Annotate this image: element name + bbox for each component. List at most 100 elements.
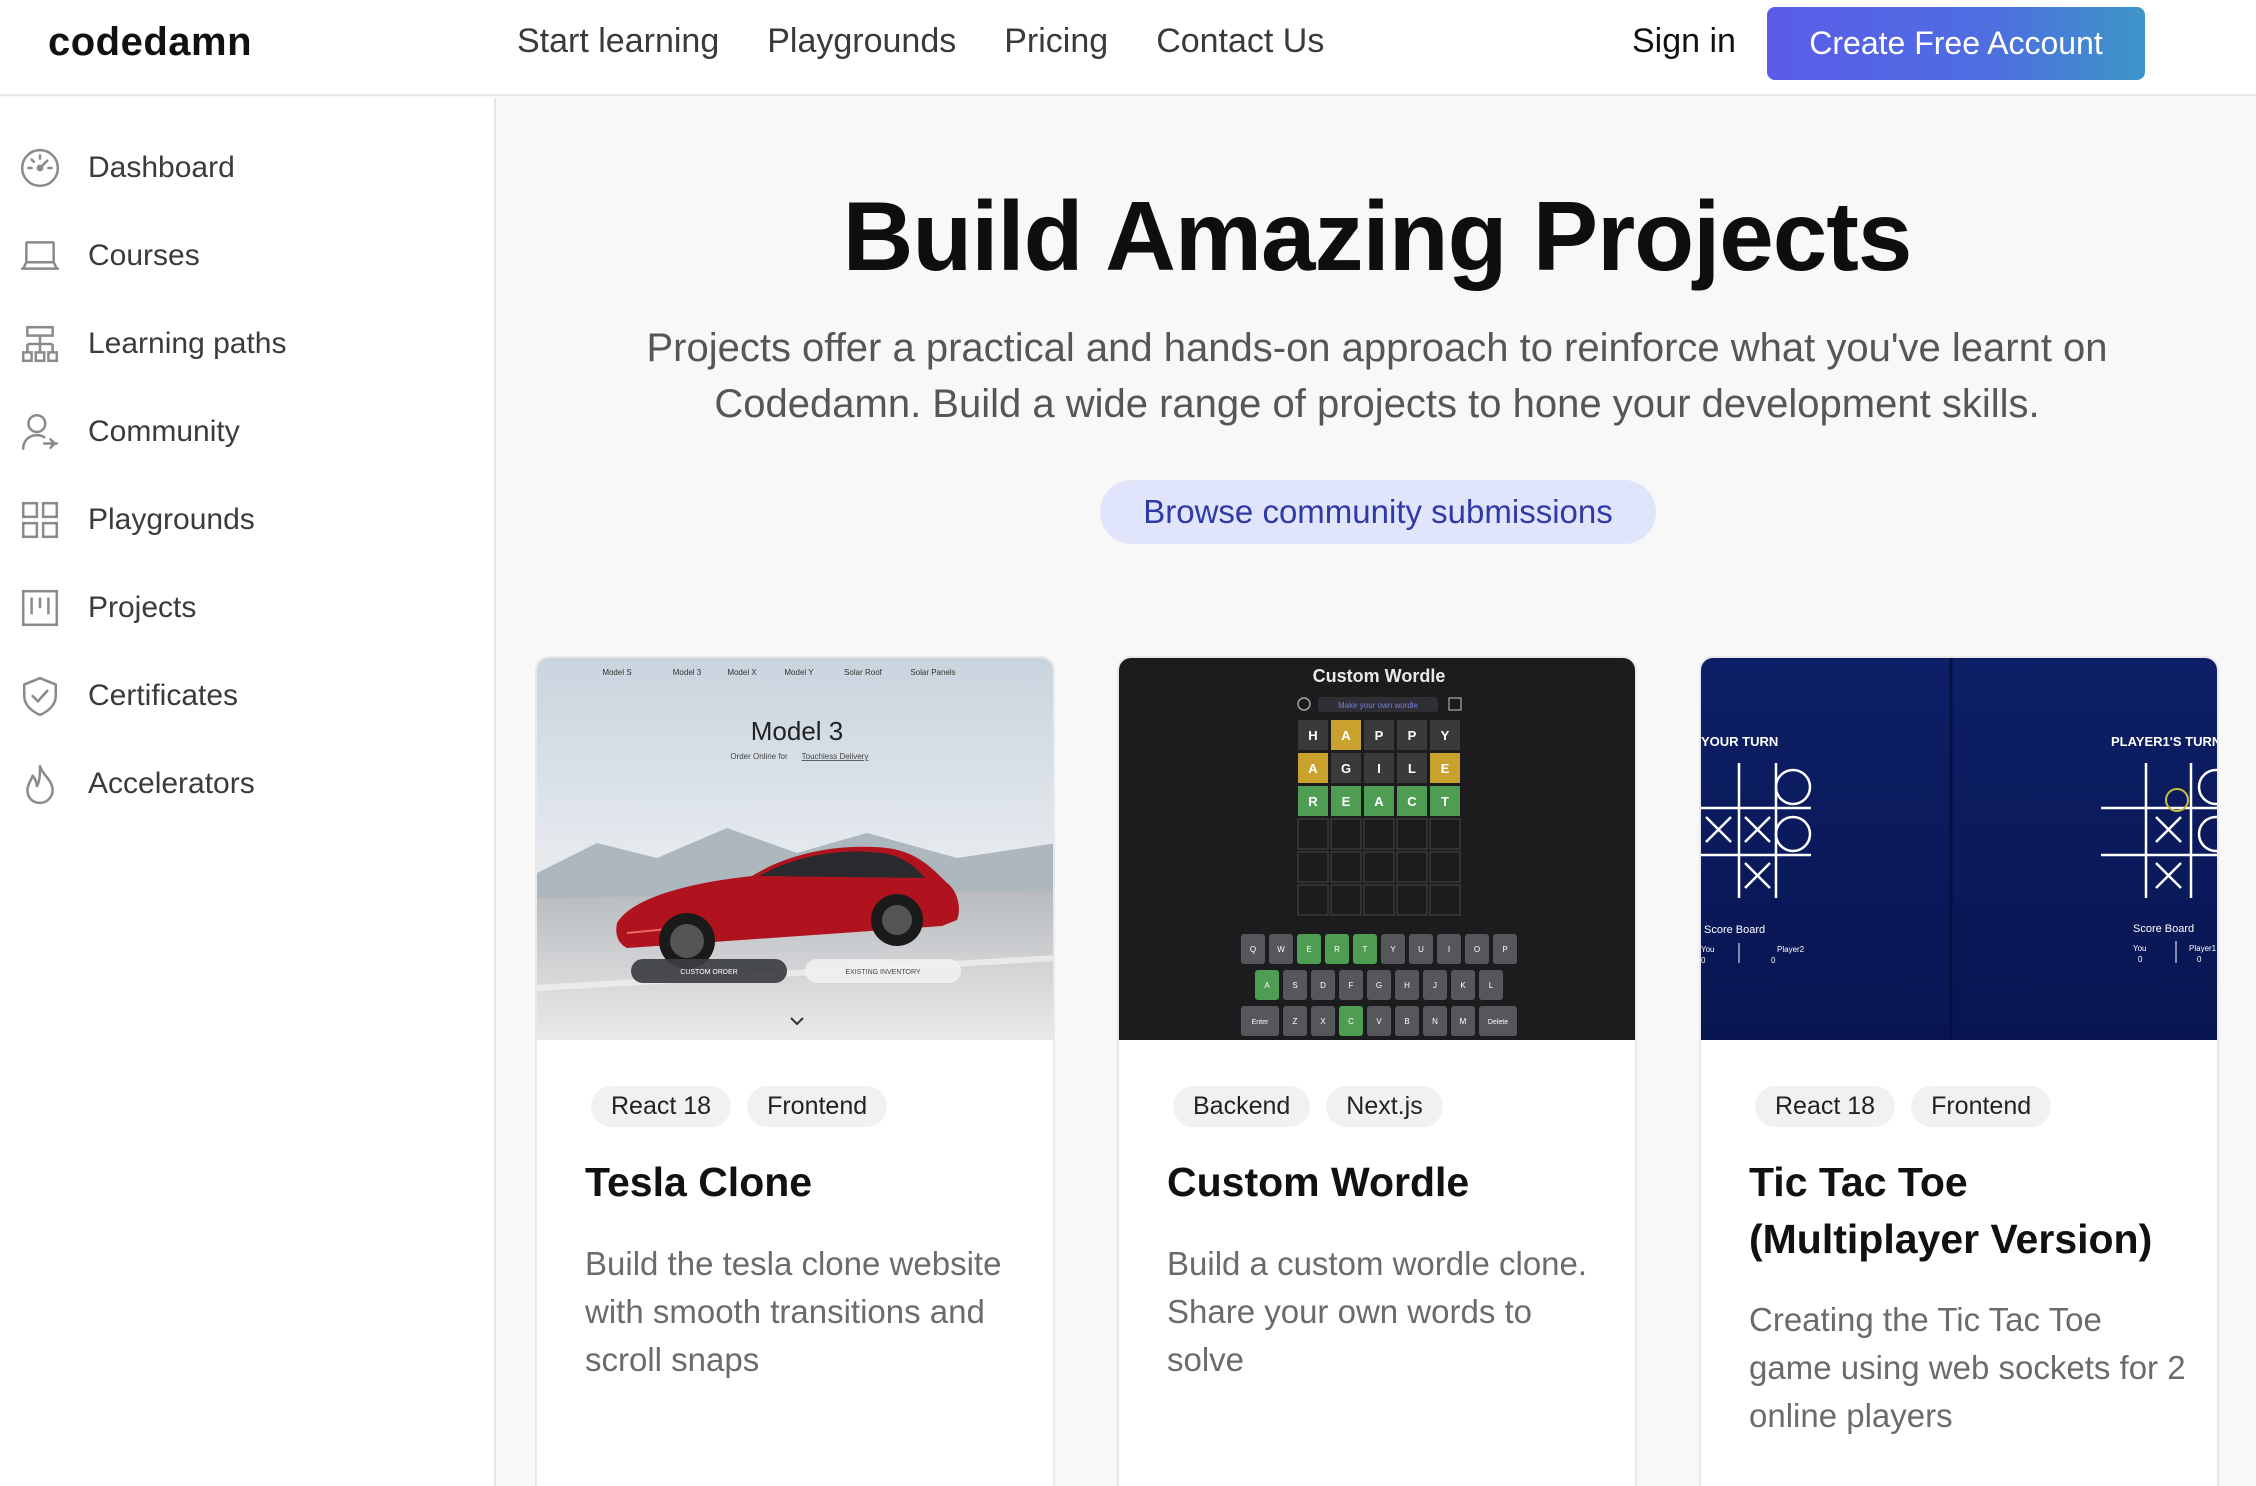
tag[interactable]: Backend [1173, 1086, 1311, 1127]
wordle-tile [1429, 884, 1461, 916]
sidebar-item-label: Playgrounds [88, 503, 255, 536]
tag[interactable]: Frontend [1911, 1086, 2052, 1127]
project-thumbnail: YOUR TURN PLAYER1'S TURN Score Board You… [1701, 658, 2217, 1040]
create-account-button[interactable]: Create Free Account [1767, 7, 2145, 80]
shield-check-icon [18, 674, 62, 718]
ttt-left-scoreboard: Score Board [1704, 924, 1765, 936]
sidebar-item-learning-paths[interactable]: Learning paths [18, 314, 478, 374]
wordle-key-label: T [1363, 945, 1368, 954]
sign-in-link[interactable]: Sign in [1632, 22, 1736, 61]
sidebar-item-label: Accelerators [88, 767, 255, 800]
wordle-key-label: C [1348, 1017, 1354, 1026]
wordle-tile [1330, 851, 1362, 883]
ttt-right-score-you-value: 0 [2138, 955, 2143, 964]
wordle-key-label: F [1349, 981, 1354, 990]
nav-start-learning[interactable]: Start learning [517, 22, 719, 61]
card-title: Custom Wordle [1167, 1159, 1470, 1205]
wordle-tile [1330, 818, 1362, 850]
sidebar-item-dashboard[interactable]: Dashboard [18, 138, 478, 198]
wordle-tile-letter: E [1342, 794, 1351, 809]
user-community-icon [18, 410, 62, 454]
wordle-tile [1297, 884, 1329, 916]
browse-submissions-button[interactable]: Browse community submissions [1100, 480, 1656, 544]
wordle-tile-letter: T [1441, 794, 1449, 809]
top-nav-links: Start learning Playgrounds Pricing Conta… [517, 22, 1324, 61]
wordle-tile [1429, 818, 1461, 850]
wordle-key-label: E [1306, 945, 1311, 954]
wordle-tile [1297, 851, 1329, 883]
wordle-key-label: L [1489, 981, 1494, 990]
tag[interactable]: Next.js [1326, 1086, 1443, 1127]
sidebar-item-certificates[interactable]: Certificates [18, 666, 478, 726]
sidebar-item-playgrounds[interactable]: Playgrounds [18, 490, 478, 550]
ttt-left-score-you: You [1701, 945, 1715, 954]
thumb-heading: Model 3 [751, 716, 844, 746]
wordle-tile-letter: A [1308, 761, 1318, 776]
thumb-nav-solar-panels: Solar Panels [910, 668, 955, 677]
project-card-tic-tac-toe[interactable]: YOUR TURN PLAYER1'S TURN Score Board You… [1699, 656, 2219, 1486]
wordle-key-label: O [1474, 945, 1480, 954]
nav-contact-us[interactable]: Contact Us [1156, 22, 1324, 61]
thumb-btn-custom-order: CUSTOM ORDER [680, 969, 737, 976]
wordle-tile [1297, 818, 1329, 850]
tag-list: Backend Next.js [1173, 1086, 1443, 1127]
wordle-tile [1363, 818, 1395, 850]
sidebar-item-projects[interactable]: Projects [18, 578, 478, 638]
nav-pricing[interactable]: Pricing [1004, 22, 1108, 61]
wordle-tile-letter: R [1308, 794, 1318, 809]
wordle-tile-letter: A [1374, 794, 1384, 809]
ttt-left-score-player2-value: 0 [1771, 956, 1776, 965]
wordle-tile-letter: E [1441, 761, 1450, 776]
sidebar-item-courses[interactable]: Courses [18, 226, 478, 286]
logo[interactable]: codedamn [48, 20, 252, 65]
ttt-right-score-player1-value: 0 [2197, 955, 2202, 964]
ttt-right-score-you: You [2133, 944, 2147, 953]
thumb-subheading: Order Online for [730, 752, 788, 761]
wordle-thumb-heading: Custom Wordle [1313, 666, 1446, 686]
wordle-tile-letter: L [1408, 761, 1416, 776]
ttt-left-score-player2: Player2 [1777, 945, 1805, 954]
wordle-key-label: G [1376, 981, 1382, 990]
wordle-tile [1330, 884, 1362, 916]
flame-icon [18, 762, 62, 806]
tag[interactable]: Frontend [747, 1086, 888, 1127]
card-description: Build the tesla clone website with smoot… [585, 1245, 1002, 1378]
sitemap-icon [18, 322, 62, 366]
tag-list: React 18 Frontend [591, 1086, 888, 1127]
wordle-key-label: U [1418, 945, 1424, 954]
wordle-key-label: K [1460, 981, 1466, 990]
ttt-right-score-player1: Player1 [2189, 944, 2217, 953]
wordle-tile [1363, 884, 1395, 916]
card-description: Creating the Tic Tac Toe game using web … [1749, 1301, 2186, 1434]
wordle-tile [1396, 851, 1428, 883]
wordle-tile-letter: I [1377, 761, 1381, 776]
project-card-tesla-clone[interactable]: Model S Model 3 Model X Model Y Solar Ro… [535, 656, 1055, 1486]
project-card-custom-wordle[interactable]: Custom Wordle Make your own wordle H A P P Y… [1117, 656, 1637, 1486]
wordle-key-label: R [1334, 945, 1340, 954]
thumb-nav-model-3: Model 3 [673, 668, 702, 677]
thumb-nav-model-s: Model S [602, 668, 631, 677]
wordle-key-label: J [1433, 981, 1437, 990]
laptop-icon [18, 234, 62, 278]
page-title: Build Amazing Projects [842, 181, 1913, 291]
wordle-key-label: P [1502, 945, 1507, 954]
thumb-nav-model-x: Model X [727, 668, 757, 677]
wordle-key-label: A [1264, 981, 1270, 990]
wordle-tile-letter: P [1375, 728, 1384, 743]
wordle-key-label: V [1376, 1017, 1382, 1026]
sidebar: Dashboard Courses Learning paths Communi… [0, 98, 496, 1486]
nav-playgrounds[interactable]: Playgrounds [767, 22, 956, 61]
thumb-nav-model-y: Model Y [784, 668, 814, 677]
tag[interactable]: React 18 [1755, 1086, 1896, 1127]
wordle-tile-letter: H [1308, 728, 1317, 743]
sidebar-item-community[interactable]: Community [18, 402, 478, 462]
sidebar-item-accelerators[interactable]: Accelerators [18, 754, 478, 814]
page-subtitle: Projects offer a practical and hands-on … [646, 326, 2108, 426]
tag[interactable]: React 18 [591, 1086, 732, 1127]
sidebar-item-label: Certificates [88, 679, 239, 712]
thumb-nav-solar-roof: Solar Roof [844, 668, 883, 677]
wordle-key-label: Enter [1252, 1019, 1269, 1026]
card-title: Tic Tac Toe (Multiplayer Version) [1749, 1159, 2153, 1262]
wordle-tile-letter: A [1341, 728, 1351, 743]
kanban-icon [18, 586, 62, 630]
